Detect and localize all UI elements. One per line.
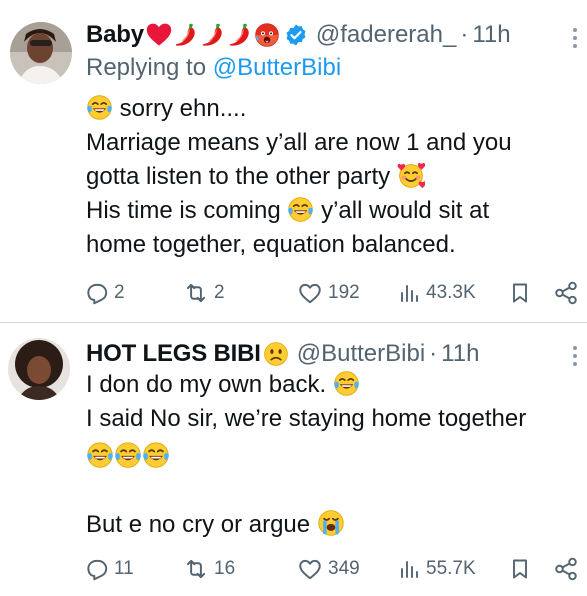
name-emojis	[146, 22, 280, 48]
share-icon	[555, 557, 577, 581]
retweet-button[interactable]: 16	[182, 554, 235, 584]
tears-of-joy-emoji	[86, 441, 114, 469]
retweet-count: 16	[214, 558, 236, 579]
tears-of-joy-emoji	[287, 196, 314, 223]
tweet-line-text: y’all would sit at	[321, 197, 490, 224]
reply-button[interactable]: 11	[84, 554, 134, 584]
tweet-line-text: sorry ehn....	[119, 95, 247, 122]
tweet-line: I said No sir, we’re staying home togeth…	[86, 402, 584, 436]
retweet-icon	[186, 559, 206, 579]
tweet-line	[86, 436, 584, 474]
view-count: 43.3K	[426, 282, 476, 303]
hot-face-emoji	[254, 22, 280, 48]
bookmark-button[interactable]	[508, 554, 532, 584]
reply-icon	[87, 559, 108, 581]
separator-dot: ·	[460, 21, 469, 48]
replying-to-link[interactable]: @ButterBibi	[213, 54, 341, 81]
tweet-line: sorry ehn....	[86, 92, 578, 126]
heart-icon	[299, 559, 321, 580]
like-count: 349	[328, 558, 360, 579]
replying-to: Replying to @ButterBibi	[86, 54, 341, 82]
tweet-line: Marriage means y’all are now 1 and you	[86, 126, 578, 160]
share-button[interactable]	[552, 278, 580, 308]
tweet-line: But e no cry or argue	[86, 508, 584, 542]
tweet-line: gotta listen to the other party	[86, 160, 578, 194]
chili-pepper-emoji	[227, 22, 253, 48]
bookmark-icon	[513, 559, 527, 579]
heart-icon	[299, 283, 321, 304]
retweet-count: 2	[214, 282, 225, 303]
tweet-header: HOT LEGS BIBI @ButterBibi · 11h	[86, 338, 479, 370]
views-button[interactable]: 43.3K	[398, 278, 476, 308]
loudly-crying-face-emoji	[317, 509, 345, 537]
tweet-line: home together, equation balanced.	[86, 228, 578, 262]
tweet-line-text: home together, equation balanced.	[86, 231, 456, 258]
reply-button[interactable]: 2	[84, 278, 125, 308]
tweet-text: sorry ehn.... Marriage means y’all are n…	[86, 92, 578, 262]
tweet[interactable]: HOT LEGS BIBI @ButterBibi · 11h I don do…	[0, 324, 587, 596]
chili-pepper-emoji	[200, 22, 226, 48]
separator-dot: ·	[429, 340, 438, 367]
tweet-header: Baby @fadererah_ · 11h	[86, 18, 511, 52]
retweet-button[interactable]: 2	[182, 278, 225, 308]
tweet-divider	[0, 322, 587, 323]
tweet-line-text: I don do my own back.	[86, 371, 327, 398]
tweet-line-text: gotta listen to the other party	[86, 163, 391, 190]
timestamp[interactable]: 11h	[472, 21, 510, 49]
tears-of-joy-emoji	[333, 370, 360, 397]
bookmark-button[interactable]	[508, 278, 532, 308]
tweet-line-text: I said No sir, we’re staying home togeth…	[86, 405, 527, 432]
action-bar: 11 16 349 55.7K	[84, 554, 584, 584]
reply-count: 11	[114, 558, 134, 579]
tweet-text: I don do my own back. I said No sir, we’…	[86, 368, 584, 542]
more-options-icon[interactable]	[573, 28, 579, 48]
replying-to-label: Replying to	[86, 54, 207, 81]
verified-badge-icon[interactable]	[284, 23, 308, 47]
view-count: 55.7K	[426, 558, 476, 579]
tweet[interactable]: Baby @fadererah_ · 11h Replying to @Butt…	[0, 0, 587, 324]
views-icon	[401, 561, 418, 578]
share-icon	[555, 281, 577, 305]
tweet-line: I don do my own back.	[86, 368, 584, 402]
action-bar: 2 2 192 43.3K	[84, 278, 584, 308]
tears-of-joy-emoji	[114, 441, 142, 469]
display-name[interactable]: HOT LEGS BIBI	[86, 340, 261, 368]
views-button[interactable]: 55.7K	[398, 554, 476, 584]
chili-pepper-emoji	[173, 22, 199, 48]
red-heart-emoji	[146, 22, 172, 48]
frowning-face-emoji	[263, 341, 289, 367]
like-button[interactable]: 192	[296, 278, 360, 308]
avatar[interactable]	[8, 338, 70, 400]
retweet-icon	[186, 283, 206, 303]
tweet-line-text: His time is coming	[86, 197, 281, 224]
tweet-line-text: But e no cry or argue	[86, 511, 311, 538]
handle[interactable]: @ButterBibi	[297, 340, 425, 368]
reply-count: 2	[114, 282, 125, 303]
tears-of-joy-emoji	[86, 94, 113, 121]
tears-of-joy-emoji	[142, 441, 170, 469]
tweet-line: His time is coming y’all would sit at	[86, 194, 578, 228]
tweet-line-text: Marriage means y’all are now 1 and you	[86, 129, 512, 156]
more-options-icon[interactable]	[573, 346, 579, 366]
share-button[interactable]	[552, 554, 580, 584]
name-emojis	[263, 341, 289, 367]
smiling-face-with-hearts-emoji	[397, 161, 425, 189]
reply-icon	[87, 283, 108, 305]
views-icon	[401, 285, 418, 302]
avatar[interactable]	[10, 22, 72, 84]
handle[interactable]: @fadererah_	[316, 21, 456, 49]
like-button[interactable]: 349	[296, 554, 360, 584]
bookmark-icon	[513, 283, 527, 303]
display-name[interactable]: Baby	[86, 21, 144, 49]
timestamp[interactable]: 11h	[441, 340, 479, 368]
like-count: 192	[328, 282, 360, 303]
